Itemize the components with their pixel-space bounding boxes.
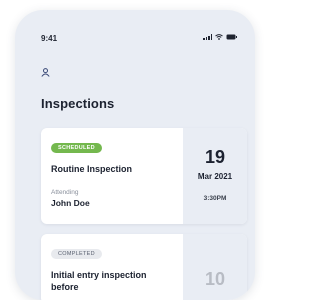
date-panel: 10 <box>183 234 247 300</box>
date-day: 10 <box>204 269 226 289</box>
signal-icon <box>203 34 212 40</box>
inspection-title: Routine Inspection <box>51 164 132 174</box>
status-badge: COMPLETED <box>51 249 102 259</box>
phone-frame: 9:41 Inspections SCHEDULED Routine Inspe… <box>15 10 255 300</box>
status-time: 9:41 <box>41 34 58 43</box>
inspection-card[interactable]: SCHEDULED Routine Inspection Attending J… <box>41 128 247 224</box>
attending-label: Attending <box>51 189 79 196</box>
page-title: Inspections <box>41 96 115 111</box>
date-panel: 19 Mar 2021 3:30PM <box>183 128 247 224</box>
status-icons <box>203 34 237 40</box>
date-day: 19 <box>204 147 226 167</box>
inspection-card[interactable]: COMPLETED Initial entry inspection befor… <box>41 234 247 300</box>
user-icon[interactable] <box>41 64 50 82</box>
inspection-time: 3:30PM <box>203 195 227 202</box>
status-badge: SCHEDULED <box>51 143 102 153</box>
inspection-card-details: SCHEDULED Routine Inspection Attending J… <box>51 136 173 208</box>
date-month-year: Mar 2021 <box>197 172 233 181</box>
attendee-name: John Doe <box>51 198 90 208</box>
wifi-icon <box>215 34 223 40</box>
inspection-title: Initial entry inspection before <box>51 270 147 292</box>
battery-icon <box>226 34 237 40</box>
inspection-card-details: COMPLETED Initial entry inspection befor… <box>51 242 173 293</box>
